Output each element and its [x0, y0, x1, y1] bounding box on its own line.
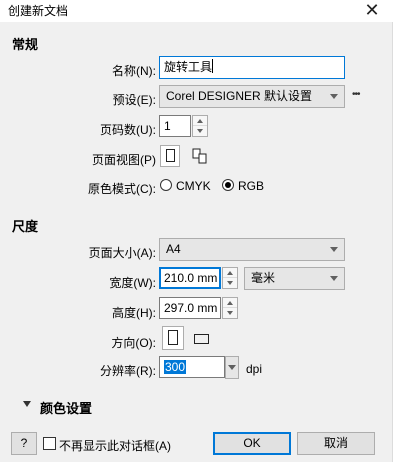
section-general-header: 常规: [12, 37, 39, 52]
page-size-label: 页面大小(A):: [88, 246, 156, 260]
pages-input[interactable]: 1: [159, 115, 191, 137]
arrow-down-icon: [227, 281, 233, 285]
preset-dropdown[interactable]: Corel DESIGNER 默认设置: [159, 85, 345, 108]
width-label: 宽度(W):: [109, 276, 156, 290]
dont-show-checkbox[interactable]: [43, 437, 56, 450]
cancel-button[interactable]: 取消: [297, 432, 375, 455]
chevron-down-icon: [330, 276, 338, 281]
arrow-down-icon: [227, 311, 233, 315]
resolution-input-value: 300: [164, 360, 187, 374]
pages-stepper-down[interactable]: [193, 126, 207, 136]
width-stepper-down[interactable]: [223, 278, 237, 288]
portrait-page-icon: [168, 330, 178, 345]
page-view-label: 页面视图(P): [92, 153, 156, 167]
landscape-orientation-button[interactable]: [190, 330, 214, 348]
multi-page-view-button[interactable]: [190, 146, 210, 166]
resolution-unit: dpi: [246, 362, 263, 376]
chevron-down-icon: [330, 94, 338, 99]
name-input-value: 旋转工具: [164, 60, 213, 74]
resolution-dropdown-button[interactable]: [225, 356, 239, 379]
arrow-down-icon: [197, 129, 203, 133]
height-label: 高度(H):: [112, 306, 156, 320]
resolution-label: 分辨率(R):: [100, 364, 156, 378]
text-cursor: [212, 59, 214, 73]
multi-page-icon: [192, 148, 207, 164]
more-options-icon[interactable]: •••: [352, 89, 360, 100]
help-button[interactable]: ?: [11, 432, 37, 455]
units-dropdown[interactable]: 毫米: [244, 267, 345, 290]
radio-rgb-label: RGB: [238, 179, 265, 193]
page-size-dropdown-value: A4: [166, 242, 181, 256]
units-dropdown-value: 毫米: [251, 271, 276, 285]
height-stepper-up[interactable]: [223, 298, 237, 308]
page-size-dropdown[interactable]: A4: [159, 238, 345, 261]
landscape-page-icon: [194, 334, 209, 344]
pages-label: 页码数(U):: [100, 123, 156, 137]
height-input[interactable]: 297.0 mm: [159, 297, 221, 319]
close-icon[interactable]: ✕: [360, 0, 384, 21]
preset-dropdown-value: Corel DESIGNER 默认设置: [166, 89, 313, 103]
radio-cmyk-label: CMYK: [176, 179, 211, 193]
chevron-down-icon: [228, 365, 236, 370]
ok-button[interactable]: OK: [213, 432, 291, 455]
width-stepper[interactable]: [222, 267, 238, 289]
color-mode-label: 原色模式(C):: [88, 182, 156, 196]
expand-color-settings-icon[interactable]: [23, 401, 31, 407]
chevron-down-icon: [330, 247, 338, 252]
radio-rgb[interactable]: [222, 179, 234, 191]
name-input[interactable]: 旋转工具: [159, 56, 345, 79]
height-stepper[interactable]: [222, 297, 238, 319]
width-stepper-up[interactable]: [223, 268, 237, 278]
arrow-up-icon: [227, 271, 233, 275]
preset-label: 预设(E):: [112, 93, 156, 107]
radio-cmyk[interactable]: [160, 179, 172, 191]
portrait-orientation-button[interactable]: [162, 326, 184, 350]
height-stepper-down[interactable]: [223, 308, 237, 318]
orientation-label: 方向(O):: [111, 336, 156, 350]
resolution-input[interactable]: 300: [159, 356, 225, 378]
section-size-header: 尺度: [12, 219, 39, 234]
single-page-icon: [166, 149, 175, 162]
dont-show-label: 不再显示此对话框(A): [59, 439, 171, 453]
arrow-up-icon: [227, 301, 233, 305]
single-page-view-button[interactable]: [160, 145, 180, 167]
arrow-up-icon: [197, 119, 203, 123]
name-label: 名称(N):: [112, 64, 156, 78]
pages-stepper-up[interactable]: [193, 116, 207, 126]
section-color-header[interactable]: 颜色设置: [40, 398, 92, 417]
width-input[interactable]: 210.0 mm: [159, 267, 221, 289]
window-title: 创建新文档: [8, 4, 69, 18]
pages-stepper[interactable]: [192, 115, 208, 137]
